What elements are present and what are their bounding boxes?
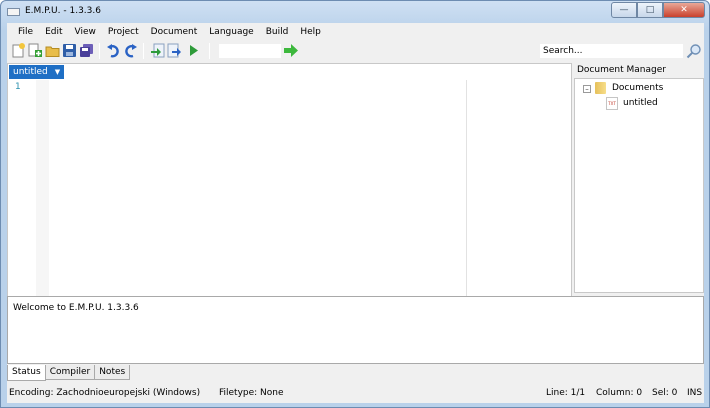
menu-view[interactable]: View	[69, 27, 102, 37]
open-folder-icon[interactable]	[45, 43, 60, 58]
status-line: Line: 1/1	[546, 388, 586, 398]
edge-guide-line	[466, 80, 467, 296]
redo-icon[interactable]	[123, 43, 138, 58]
document-manager: Document Manager – Documents TXT untitle…	[574, 63, 704, 313]
tree-node-documents[interactable]: Documents	[612, 83, 663, 93]
toolbar-separator	[99, 43, 100, 59]
collapse-icon[interactable]: –	[583, 85, 591, 93]
menu-bar: File Edit View Project Document Language…	[7, 23, 704, 40]
document-manager-title: Document Manager	[577, 65, 666, 75]
maximize-button[interactable]: □	[637, 2, 663, 18]
tab-untitled[interactable]: untitled ▼	[9, 65, 65, 79]
menu-language[interactable]: Language	[203, 27, 259, 37]
status-encoding: Encoding: Zachodnioeuropejski (Windows)	[9, 388, 201, 398]
menu-edit[interactable]: Edit	[39, 27, 68, 37]
export-icon[interactable]	[167, 43, 182, 58]
folder-icon	[595, 82, 606, 94]
window-controls: — □ ✕	[611, 2, 705, 18]
minimize-button[interactable]: —	[611, 2, 637, 18]
menu-help[interactable]: Help	[294, 27, 327, 37]
chevron-down-icon[interactable]: ▼	[55, 65, 60, 79]
editor-pane: untitled ▼ 1 ◀ ‖‖ ▶	[7, 63, 572, 313]
import-icon[interactable]	[150, 43, 165, 58]
new-file-icon[interactable]	[11, 43, 26, 58]
search-icon[interactable]	[686, 43, 702, 59]
status-bar: Encoding: Zachodnioeuropejski (Windows) …	[7, 383, 704, 403]
text-file-icon: TXT	[606, 97, 618, 110]
goto-input[interactable]	[219, 44, 281, 58]
code-editor[interactable]: 1	[8, 80, 571, 296]
fold-margin[interactable]	[36, 80, 49, 296]
status-filetype: Filetype: None	[219, 388, 284, 398]
status-column: Column: 0	[596, 388, 643, 398]
tab-label: untitled	[13, 67, 48, 77]
output-panel[interactable]: Welcome to E.M.P.U. 1.3.3.6	[7, 296, 704, 364]
menu-build[interactable]: Build	[260, 27, 295, 37]
menu-document[interactable]: Document	[145, 27, 204, 37]
menu-file[interactable]: File	[12, 27, 39, 37]
run-icon[interactable]	[186, 43, 201, 58]
menu-project[interactable]: Project	[102, 27, 145, 37]
tab-compiler[interactable]: Compiler	[44, 365, 96, 380]
line-number-gutter: 1	[8, 80, 49, 296]
toolbar-separator	[209, 43, 210, 59]
search-input[interactable]	[540, 44, 683, 58]
tab-notes[interactable]: Notes	[94, 365, 131, 380]
toolbar	[7, 40, 704, 62]
document-tree: – Documents TXT untitled	[574, 78, 704, 293]
save-all-icon[interactable]	[79, 43, 94, 58]
save-icon[interactable]	[62, 43, 77, 58]
close-button[interactable]: ✕	[663, 2, 705, 18]
line-number: 1	[15, 82, 21, 92]
tab-status[interactable]: Status	[7, 365, 46, 381]
add-file-icon[interactable]	[28, 43, 43, 58]
goto-arrow-icon[interactable]	[283, 43, 299, 58]
toolbar-separator	[143, 43, 144, 59]
client-area: File Edit View Project Document Language…	[7, 23, 704, 403]
app-icon	[7, 8, 20, 16]
status-insert-mode: INS	[687, 388, 703, 398]
undo-icon[interactable]	[106, 43, 121, 58]
output-tabs: Status Compiler Notes	[7, 365, 131, 381]
app-window: E.M.P.U. - 1.3.3.6 — □ ✕ File Edit View …	[0, 0, 710, 408]
tree-node-untitled[interactable]: untitled	[623, 98, 658, 108]
welcome-message: Welcome to E.M.P.U. 1.3.3.6	[13, 303, 139, 313]
status-selection: Sel: 0	[652, 388, 678, 398]
window-title: E.M.P.U. - 1.3.3.6	[25, 6, 101, 16]
title-bar[interactable]: E.M.P.U. - 1.3.3.6 — □ ✕	[1, 1, 709, 23]
